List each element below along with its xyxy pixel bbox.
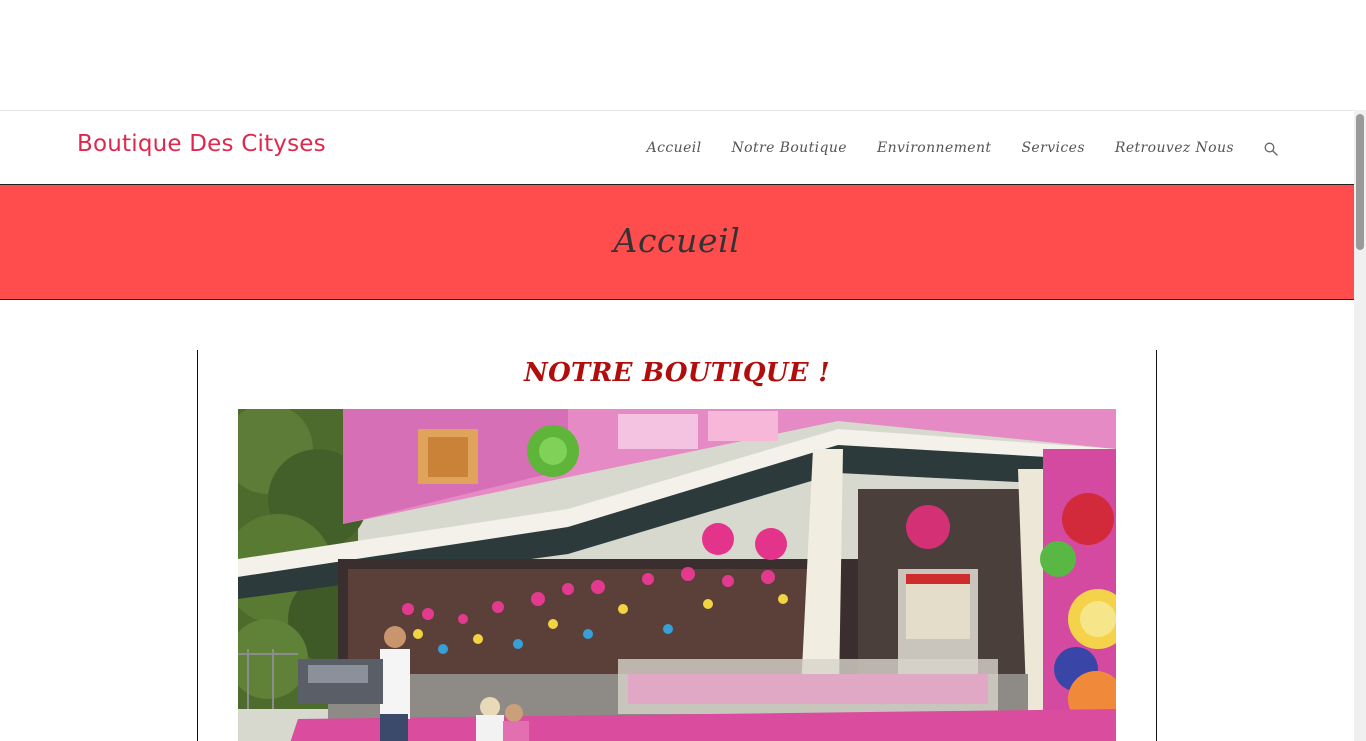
page-title: Accueil	[613, 221, 741, 260]
site-header: Boutique Des Cityses Accueil Notre Bouti…	[0, 110, 1354, 185]
scrollbar-thumb[interactable]	[1356, 114, 1364, 250]
page-scrollbar[interactable]	[1354, 110, 1366, 741]
nav-item-retrouvez-nous[interactable]: Retrouvez Nous	[1115, 140, 1234, 156]
page-hero-banner: Accueil	[0, 185, 1354, 300]
nav-item-accueil[interactable]: Accueil	[647, 140, 702, 156]
nav-item-services[interactable]: Services	[1021, 140, 1084, 156]
content-box: NOTRE BOUTIQUE !	[197, 350, 1157, 741]
top-blank-area	[0, 0, 1366, 110]
site-title-link[interactable]: Boutique Des Cityses	[77, 131, 326, 157]
nav-item-notre-boutique[interactable]: Notre Boutique	[732, 140, 847, 156]
nav-item-environnement[interactable]: Environnement	[877, 140, 991, 156]
main-nav: Accueil Notre Boutique Environnement Ser…	[617, 111, 1278, 185]
section-title: NOTRE BOUTIQUE !	[524, 358, 830, 388]
page: Boutique Des Cityses Accueil Notre Bouti…	[0, 0, 1366, 741]
search-icon[interactable]	[1264, 141, 1278, 156]
boutique-photo	[238, 409, 1116, 741]
